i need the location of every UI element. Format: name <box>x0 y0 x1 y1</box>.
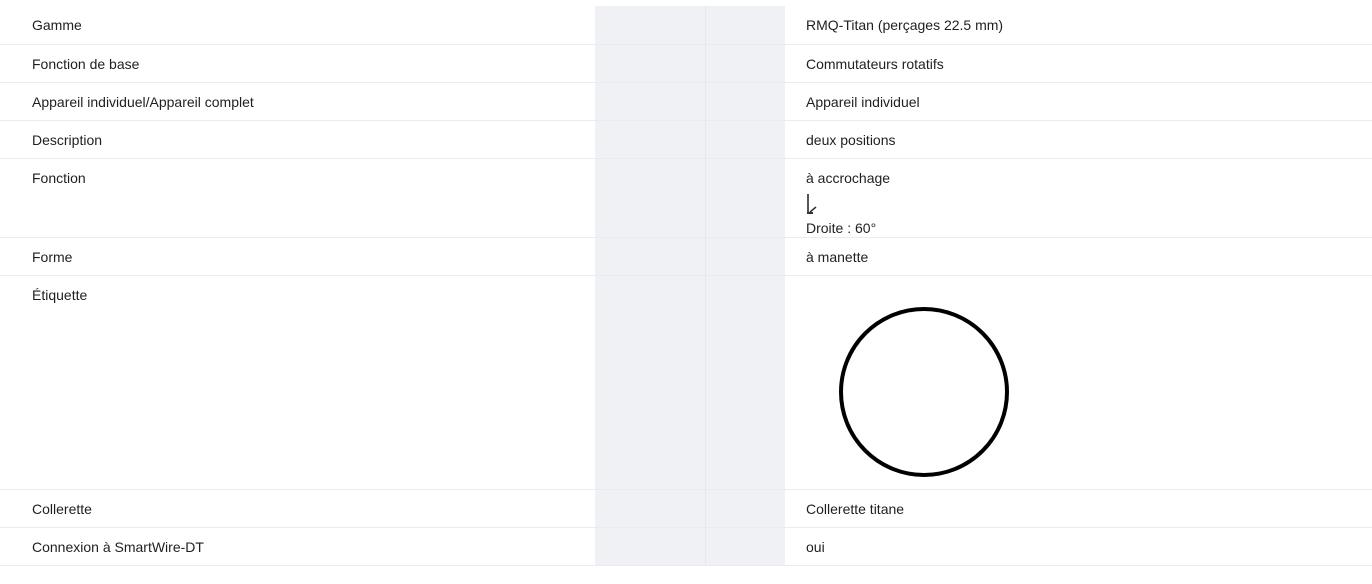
row-value: Commutateurs rotatifs <box>785 44 1372 83</box>
row-label: Étiquette <box>0 275 595 490</box>
spec-row-fonction-de-base: Fonction de base Commutateurs rotatifs <box>0 44 1372 83</box>
row-value: deux positions <box>785 120 1372 159</box>
row-label: Connexion à SmartWire-DT <box>0 527 595 566</box>
row-label: Fonction de base <box>0 44 595 83</box>
row-label: Appareil individuel/Appareil complet <box>0 82 595 121</box>
spec-table: Gamme RMQ-Titan (perçages 22.5 mm) Fonct… <box>0 6 1372 566</box>
spec-row-collerette: Collerette Collerette titane <box>0 489 1372 528</box>
row-value-cell <box>785 275 1372 490</box>
row-value: à accrochage <box>806 169 891 186</box>
blank-circle-label-icon <box>839 306 1009 477</box>
rotation-symbol-icon <box>807 193 817 214</box>
row-value-secondary: Droite : 60° <box>806 219 877 236</box>
spec-row-gamme: Gamme RMQ-Titan (perçages 22.5 mm) <box>0 6 1372 45</box>
row-value: RMQ-Titan (perçages 22.5 mm) <box>785 6 1372 45</box>
spec-row-forme: Forme à manette <box>0 237 1372 276</box>
row-label: Collerette <box>0 489 595 528</box>
row-label: Fonction <box>0 158 595 238</box>
row-value-cell: à accrochage Droite : 60° <box>785 158 1372 238</box>
row-label: Description <box>0 120 595 159</box>
row-value: à manette <box>785 237 1372 276</box>
spec-row-smartwire: Connexion à SmartWire-DT oui <box>0 527 1372 566</box>
spec-row-description: Description deux positions <box>0 120 1372 159</box>
spec-row-etiquette: Étiquette <box>0 275 1372 490</box>
spec-row-appareil: Appareil individuel/Appareil complet App… <box>0 82 1372 121</box>
row-value: oui <box>785 527 1372 566</box>
spec-row-fonction: Fonction à accrochage Droite : 60° <box>0 158 1372 238</box>
row-label: Gamme <box>0 6 595 45</box>
row-label: Forme <box>0 237 595 276</box>
row-value: Collerette titane <box>785 489 1372 528</box>
row-value: Appareil individuel <box>785 82 1372 121</box>
